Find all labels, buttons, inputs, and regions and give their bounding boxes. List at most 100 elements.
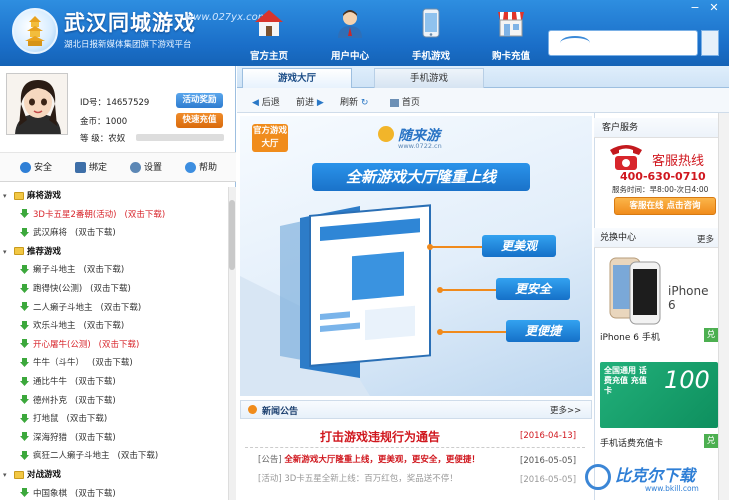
user-gold-row: 金币：1000: [80, 115, 127, 127]
download-icon: [20, 432, 29, 442]
game-name: 中国象棋: [33, 488, 68, 499]
download-icon: [20, 395, 29, 405]
nav-label: 手机游戏: [411, 51, 450, 62]
tree-game-item[interactable]: 深海狩猎 (双击下载): [0, 429, 228, 447]
tree-game-item[interactable]: 武汉麻将 (双击下载): [0, 224, 228, 242]
news-text: 全新游戏大厅隆重上线，更美观，更安全，更便捷！: [284, 455, 480, 465]
right-scrollbar[interactable]: [718, 113, 729, 500]
tree-game-item[interactable]: 二人癞子斗地主 (双击下载): [0, 299, 228, 317]
tree-game-item[interactable]: 开心屠牛(公测) (双击下载): [0, 336, 228, 354]
news-tag: [公告]: [258, 455, 282, 465]
news-divider: [245, 447, 585, 448]
minimize-button[interactable]: −: [689, 2, 701, 14]
tree-game-item[interactable]: 癞子斗地主 (双击下载): [0, 261, 228, 279]
tree-category[interactable]: ▾ 麻将游戏: [0, 187, 228, 205]
user-gold-value: 1000: [105, 117, 128, 127]
user-level-label: 等 级：: [80, 134, 109, 144]
tab-game-lobby[interactable]: 游戏大厅: [242, 68, 352, 88]
exchange-more-link[interactable]: 更多: [697, 233, 714, 245]
back-icon: ◀: [252, 98, 259, 108]
folder-icon: [14, 470, 24, 479]
tree-game-item[interactable]: 3D卡五星2番朝(活动) (双击下载): [0, 206, 228, 224]
news-date: [2016-05-05]: [520, 456, 577, 466]
security-button[interactable]: 安全: [20, 160, 52, 173]
tree-game-item[interactable]: 打地鼠 (双击下载): [0, 410, 228, 428]
news-tag: [活动]: [258, 474, 282, 484]
feature-connector: [440, 289, 496, 291]
game-action: (双击下载): [124, 209, 166, 220]
watermark-logo-icon: [585, 464, 611, 490]
iphone-image[interactable]: iPhone 6: [600, 254, 718, 326]
tree-game-item[interactable]: 欢乐斗地主 (双击下载): [0, 317, 228, 335]
monitor-icon: [75, 162, 86, 173]
exchange-item-name[interactable]: iPhone 6 手机: [600, 330, 660, 343]
user-level-value: 农奴: [108, 134, 126, 144]
tree-category[interactable]: ▾ 推荐游戏: [0, 243, 228, 261]
game-action: (双击下载): [75, 395, 116, 406]
download-icon: [20, 413, 29, 423]
settings-button[interactable]: 设置: [130, 160, 162, 173]
tree-category-label: 麻将游戏: [27, 191, 62, 201]
download-icon: [20, 488, 29, 498]
recharge-card-label: 全国通用 话费充值 充值卡: [604, 366, 647, 395]
recharge-card-image[interactable]: 全国通用 话费充值 充值卡 100: [600, 362, 718, 428]
folder-icon: [14, 247, 24, 256]
refresh-button[interactable]: 刷新 ↻: [340, 95, 368, 108]
news-more-link[interactable]: 更多>>: [550, 404, 581, 416]
forward-icon: ▶: [316, 98, 324, 108]
phone-icon: [422, 8, 440, 38]
watermark: 比克尔下载 www.bkill.com: [585, 460, 729, 500]
online-support-button[interactable]: 客服在线 点击咨询: [614, 197, 716, 215]
news-text: 3D卡五星全新上线：百万红包，奖品送不停！: [284, 474, 458, 484]
help-button[interactable]: 帮助: [185, 160, 217, 173]
news-featured-title[interactable]: 打击游戏违规行为通告: [320, 428, 440, 445]
hotline-label: 客服热线: [652, 154, 705, 169]
exchange-button[interactable]: 兑: [704, 434, 718, 448]
avatar[interactable]: [6, 73, 68, 135]
game-name: 开心屠牛(公测): [33, 339, 91, 350]
game-name: 德州扑克: [33, 395, 68, 406]
brand-url: www.0722.cn: [398, 142, 442, 150]
tree-game-item[interactable]: 德州扑克 (双击下载): [0, 392, 228, 410]
tree-game-item[interactable]: 通比牛牛 (双击下载): [0, 373, 228, 391]
nav-mobile-games[interactable]: 手机游戏: [398, 4, 464, 64]
nav-buy-card[interactable]: 购卡充值: [478, 4, 544, 64]
exchange-button[interactable]: 兑: [704, 328, 718, 342]
game-name: 二人癞子斗地主: [33, 302, 93, 313]
nav-label: 购卡充值: [491, 51, 530, 62]
nav-user-center[interactable]: 用户中心: [317, 4, 383, 64]
nav-official-home[interactable]: 官方主页: [236, 4, 302, 64]
download-icon: [20, 283, 29, 293]
help-icon: [185, 162, 196, 173]
forward-button[interactable]: 前进 ▶: [296, 95, 324, 108]
app-subtitle: 湖北日报新媒体集团旗下游戏平台: [64, 40, 192, 50]
collapse-icon[interactable]: ▾: [3, 187, 10, 205]
collapse-icon[interactable]: ▾: [3, 466, 10, 484]
tree-scrollbar-thumb[interactable]: [229, 200, 235, 270]
game-action: (双击下载): [75, 488, 116, 499]
home-icon: [390, 98, 399, 107]
close-button[interactable]: ✕: [708, 2, 720, 14]
news-title: 新闻公告: [262, 407, 299, 417]
quick-recharge-button[interactable]: 快速充值: [176, 113, 223, 128]
game-action: (双击下载): [100, 302, 142, 313]
home-button[interactable]: 首页: [390, 95, 420, 108]
tree-game-item[interactable]: 中国象棋 (双击下载): [0, 485, 228, 500]
tree-game-item[interactable]: 疯狂二人癞子斗地主 (双击下载): [0, 447, 228, 465]
tree-game-item[interactable]: 牛牛（斗牛） (双击下载): [0, 354, 228, 372]
pagoda-icon: [25, 16, 45, 46]
tree-game-item[interactable]: 跑得快(公测) (双击下载): [0, 280, 228, 298]
activity-reward-button[interactable]: 活动奖励: [176, 93, 223, 108]
exchange-item-name[interactable]: 手机话费充值卡: [600, 436, 663, 449]
bind-button[interactable]: 绑定: [75, 160, 107, 173]
tree-category[interactable]: ▾ 对战游戏: [0, 466, 228, 484]
game-name: 武汉麻将: [33, 228, 68, 239]
game-action: (双击下载): [75, 432, 116, 443]
nav-label: 用户中心: [330, 51, 369, 62]
search-button[interactable]: [701, 30, 719, 56]
user-level-row: 等 级：农奴: [80, 132, 125, 144]
tab-mobile-games[interactable]: 手机游戏: [374, 68, 484, 88]
collapse-icon[interactable]: ▾: [3, 243, 10, 261]
game-tree[interactable]: ▾ 麻将游戏 3D卡五星2番朝(活动) (双击下载) 武汉麻将 (双击下载) ▾ 推荐游戏 癞子…: [0, 187, 228, 500]
back-button[interactable]: ◀ 后退: [252, 95, 280, 108]
